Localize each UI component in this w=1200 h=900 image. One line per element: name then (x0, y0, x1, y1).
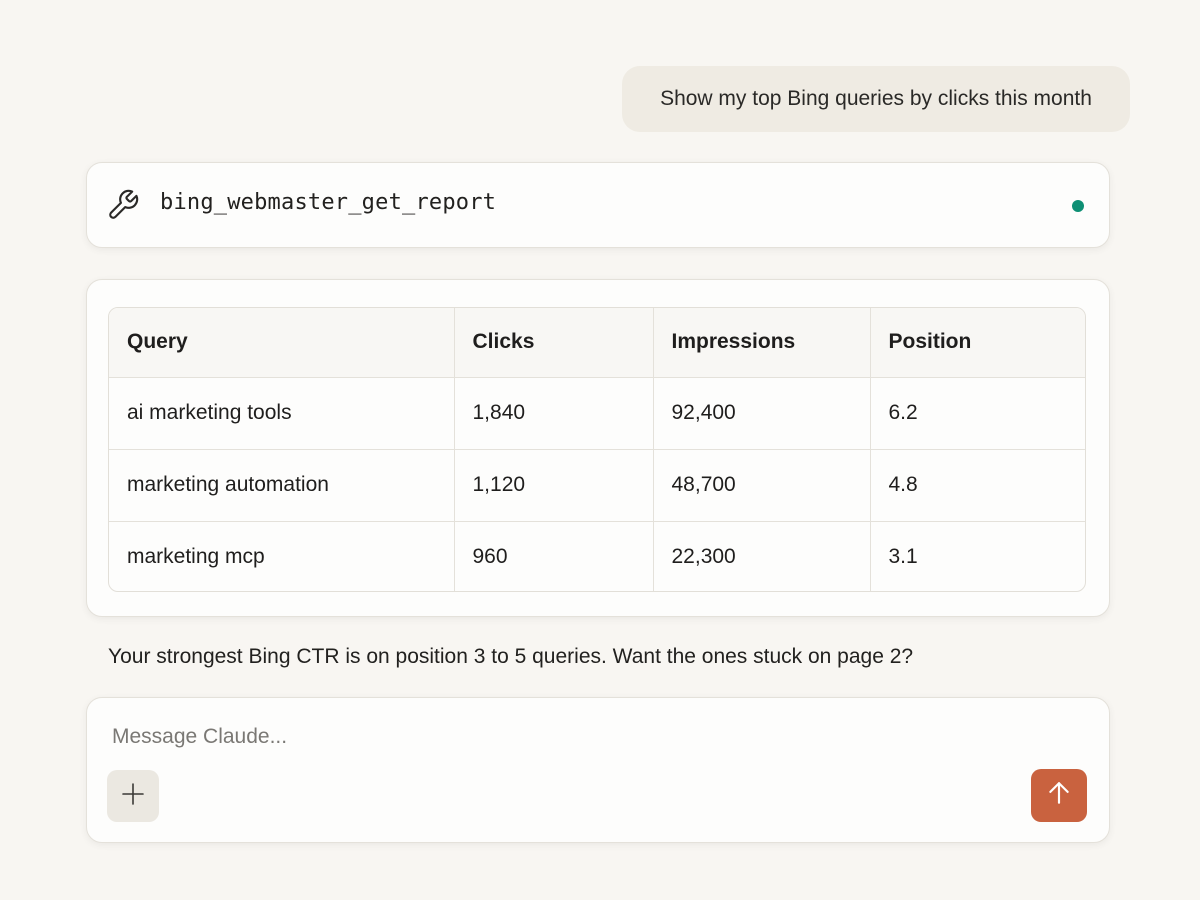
cell-impressions: 48,700 (653, 449, 871, 522)
plus-icon (121, 782, 145, 811)
message-input[interactable] (112, 722, 992, 752)
column-header-clicks: Clicks (454, 308, 654, 378)
cell-query: ai marketing tools (109, 377, 455, 450)
cell-impressions: 22,300 (653, 521, 871, 591)
send-button[interactable] (1031, 769, 1087, 822)
cell-impressions: 92,400 (653, 377, 871, 450)
cell-position: 4.8 (870, 449, 1085, 522)
tool-name: bing_webmaster_get_report (160, 190, 497, 215)
message-composer (86, 697, 1110, 843)
column-header-position: Position (870, 308, 1085, 378)
cell-clicks: 1,840 (454, 377, 654, 450)
status-indicator-dot (1072, 200, 1084, 212)
attach-button[interactable] (107, 770, 159, 822)
column-header-query: Query (109, 308, 455, 378)
report-table-container: Query Clicks Impressions Position ai mar… (108, 307, 1086, 592)
cell-clicks: 960 (454, 521, 654, 591)
cell-query: marketing automation (109, 449, 455, 522)
table-row: marketing automation 1,120 48,700 4.8 (109, 449, 1085, 522)
table-header-row: Query Clicks Impressions Position (109, 308, 1085, 378)
table-row: ai marketing tools 1,840 92,400 6.2 (109, 377, 1085, 450)
cell-position: 3.1 (888, 545, 918, 569)
assistant-reply-text: Your strongest Bing CTR is on position 3… (108, 645, 914, 668)
cell-position: 6.2 (870, 377, 1085, 450)
user-message-text: Show my top Bing queries by clicks this … (660, 87, 1092, 110)
report-table: Query Clicks Impressions Position ai mar… (109, 308, 1085, 591)
wrench-icon (106, 188, 140, 222)
arrow-up-icon (1046, 780, 1072, 811)
cell-clicks: 1,120 (454, 449, 654, 522)
table-row: marketing mcp 960 22,300 3.1 (109, 521, 1085, 591)
cell-query: marketing mcp (109, 521, 455, 591)
column-header-impressions: Impressions (653, 308, 871, 378)
user-message-bubble: Show my top Bing queries by clicks this … (622, 66, 1130, 132)
